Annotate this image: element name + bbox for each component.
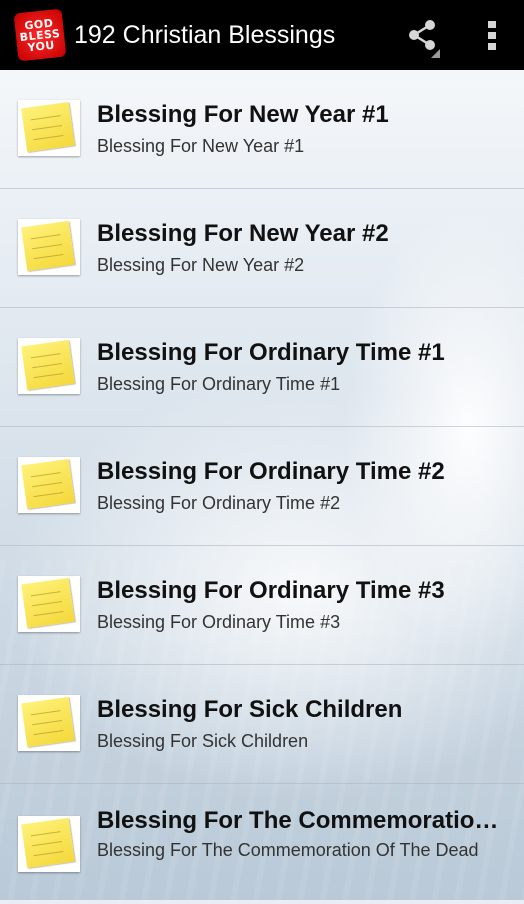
list-item[interactable]: Blessing For Ordinary Time #3 Blessing F… — [0, 546, 524, 665]
list-item[interactable]: Blessing For Ordinary Time #1 Blessing F… — [0, 308, 524, 427]
list-item[interactable]: Blessing For New Year #2 Blessing For Ne… — [0, 189, 524, 308]
blessing-thumbnail — [18, 219, 80, 275]
list-item[interactable]: Blessing For Ordinary Time #2 Blessing F… — [0, 427, 524, 546]
sticky-note-icon — [21, 339, 75, 391]
item-subtitle: Blessing For Ordinary Time #3 — [97, 612, 341, 632]
sticky-note-icon — [21, 458, 75, 510]
sticky-note-icon — [21, 817, 75, 869]
item-subtitle: Blessing For Sick Children — [97, 731, 309, 751]
item-title: Blessing For Ordinary Time #1 — [97, 339, 445, 366]
sticky-note-icon — [21, 101, 75, 153]
action-bar: GOD BLESS YOU 192 Christian Blessings — [0, 0, 524, 70]
share-icon — [409, 20, 435, 50]
sticky-note-icon — [21, 220, 75, 272]
item-title: Blessing For The Commemoration Of The De… — [97, 807, 512, 834]
item-subtitle: Blessing For Ordinary Time #2 — [97, 493, 341, 513]
list-item[interactable]: Blessing For Sick Children Blessing For … — [0, 665, 524, 784]
blessing-thumbnail — [18, 816, 80, 872]
item-subtitle: Blessing For The Commemoration Of The De… — [97, 840, 479, 860]
item-title: Blessing For Sick Children — [97, 696, 403, 723]
blessing-thumbnail — [18, 576, 80, 632]
blessing-thumbnail — [18, 695, 80, 751]
item-subtitle: Blessing For Ordinary Time #1 — [97, 374, 341, 394]
item-title: Blessing For Ordinary Time #3 — [97, 577, 445, 604]
item-title: Blessing For Ordinary Time #2 — [97, 458, 445, 485]
blessing-thumbnail — [18, 100, 80, 156]
overflow-menu-icon — [488, 21, 496, 50]
app-title: 192 Christian Blessings — [74, 20, 336, 49]
sticky-note-icon — [21, 696, 75, 748]
blessing-thumbnail — [18, 457, 80, 513]
item-title: Blessing For New Year #1 — [97, 101, 389, 128]
list-item[interactable]: Blessing For The Commemoration Of The De… — [0, 784, 524, 904]
blessing-thumbnail — [18, 338, 80, 394]
item-subtitle: Blessing For New Year #2 — [97, 255, 305, 275]
app-logo-icon[interactable]: GOD BLESS YOU — [13, 8, 67, 62]
app-logo-text-3: YOU — [26, 38, 56, 54]
sticky-note-icon — [21, 577, 75, 629]
list-item[interactable]: Blessing For New Year #1 Blessing For Ne… — [0, 70, 524, 189]
share-button[interactable] — [392, 0, 452, 70]
overflow-menu-button[interactable] — [472, 0, 512, 70]
dropdown-corner-icon — [431, 49, 440, 58]
blessings-list: Blessing For New Year #1 Blessing For Ne… — [0, 70, 524, 904]
item-subtitle: Blessing For New Year #1 — [97, 136, 305, 156]
item-title: Blessing For New Year #2 — [97, 220, 389, 247]
